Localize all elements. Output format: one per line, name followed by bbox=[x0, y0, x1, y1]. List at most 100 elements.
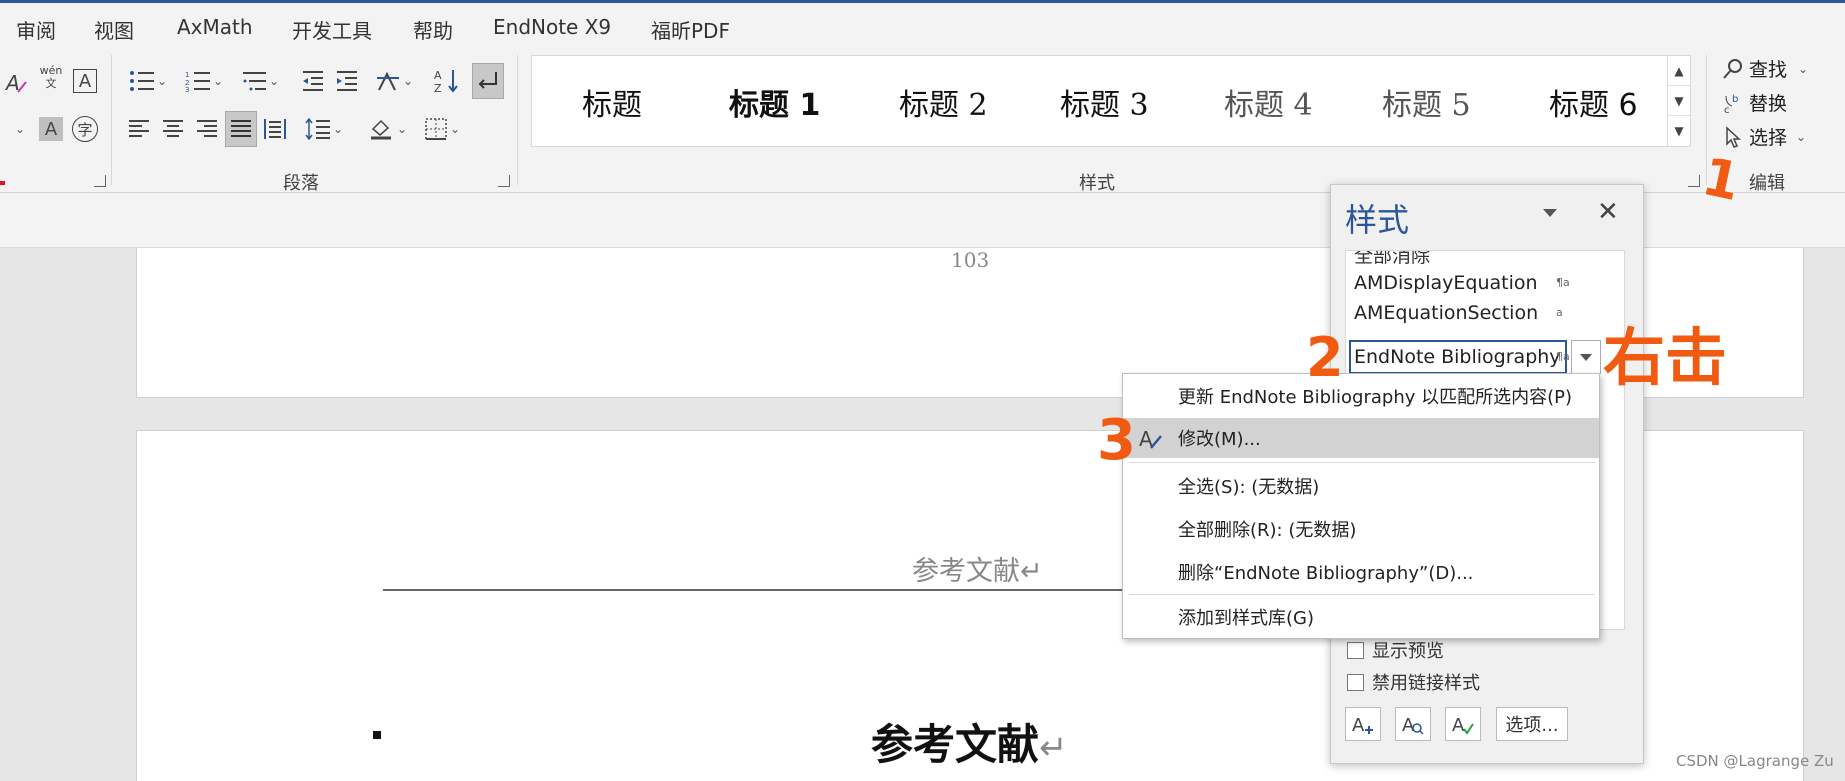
text-direction-icon[interactable]: ⌄ bbox=[372, 63, 416, 99]
font-color-swatch bbox=[0, 181, 5, 185]
menu-item-update-to-match[interactable]: 更新 EndNote Bibliography 以匹配所选内容(P) bbox=[1123, 376, 1599, 416]
enclose-char-icon[interactable]: 字 bbox=[70, 111, 100, 147]
gallery-style-heading-6[interactable]: 标题 6 bbox=[1549, 80, 1638, 124]
style-item-dropdown-icon[interactable] bbox=[1571, 340, 1601, 374]
paragraph-dialog-launcher-icon[interactable] bbox=[498, 175, 510, 187]
page-number: 103 bbox=[951, 248, 990, 272]
multilevel-list-icon[interactable]: ⌄ bbox=[236, 63, 284, 99]
style-item-endnote-bibliography[interactable]: EndNote Bibliography bbox=[1354, 346, 1561, 368]
clear-format-icon[interactable]: A bbox=[2, 65, 32, 101]
align-right-icon[interactable] bbox=[192, 111, 222, 147]
gallery-style-heading-5[interactable]: 标题 5 bbox=[1382, 80, 1471, 124]
decrease-indent-icon[interactable] bbox=[298, 63, 328, 99]
shaded-glyph: A bbox=[39, 117, 63, 141]
search-icon bbox=[1723, 58, 1742, 79]
gallery-style-heading-3[interactable]: 标题 3 bbox=[1060, 80, 1149, 124]
modify-label: 修改(M)... bbox=[1178, 429, 1261, 450]
char-border-icon[interactable]: A bbox=[70, 63, 100, 99]
justify-icon[interactable] bbox=[225, 111, 257, 147]
phonetic-bottom: 文 bbox=[45, 77, 57, 90]
sort-icon[interactable]: AZ bbox=[432, 63, 462, 99]
align-left-icon[interactable] bbox=[124, 111, 154, 147]
modify-style-icon: A bbox=[1139, 426, 1165, 458]
phonetic-guide-icon[interactable]: wén 文 bbox=[36, 59, 66, 95]
annotation-right-click: 右击 bbox=[1603, 321, 1728, 394]
gallery-scroller: ▲ ▼ ▼ bbox=[1667, 55, 1691, 147]
svg-text:1: 1 bbox=[185, 71, 189, 79]
increase-indent-icon[interactable] bbox=[332, 63, 362, 99]
tab-foxit-pdf[interactable]: 福昕PDF bbox=[651, 15, 730, 44]
font-dialog-launcher-icon[interactable] bbox=[94, 175, 106, 187]
menu-item-select-all[interactable]: 全选(S): (无数据) bbox=[1123, 466, 1599, 506]
watermark: CSDN @Lagrange Zu bbox=[1676, 752, 1834, 770]
gallery-style-heading-4[interactable]: 标题 4 bbox=[1224, 80, 1313, 124]
checkbox-box[interactable] bbox=[1347, 673, 1364, 691]
distributed-icon[interactable] bbox=[260, 111, 290, 147]
gallery-more-icon[interactable]: ▼ bbox=[1668, 116, 1690, 146]
pane-options-dropdown-icon[interactable] bbox=[1543, 209, 1557, 217]
svg-text:c: c bbox=[1724, 105, 1730, 114]
show-preview-label: 显示预览 bbox=[1372, 641, 1444, 662]
show-preview-checkbox[interactable]: 显示预览 bbox=[1347, 637, 1444, 663]
heading-text-content: 参考文献 bbox=[871, 720, 1040, 769]
tab-view[interactable]: 视图 bbox=[94, 15, 134, 44]
select-button[interactable]: 选择 ⌄ bbox=[1722, 123, 1806, 150]
close-icon[interactable]: ✕ bbox=[1597, 197, 1619, 227]
word-window: 审阅 视图 AxMath 开发工具 帮助 EndNote X9 福昕PDF A … bbox=[0, 0, 1845, 781]
find-button[interactable]: 查找 ⌄ bbox=[1722, 55, 1808, 82]
bullets-icon[interactable]: ⌄ bbox=[124, 63, 172, 99]
borders-icon[interactable]: ⌄ bbox=[418, 111, 466, 147]
phonetic-top: wén bbox=[39, 64, 63, 77]
shading-icon[interactable]: ⌄ bbox=[364, 111, 412, 147]
char-style-mark: a bbox=[1556, 306, 1563, 319]
gallery-down-icon[interactable]: ▼ bbox=[1668, 86, 1690, 116]
gallery-up-icon[interactable]: ▲ bbox=[1668, 56, 1690, 86]
svg-text:Z: Z bbox=[434, 82, 442, 94]
styles-pane-launcher-icon[interactable] bbox=[1688, 175, 1700, 187]
tab-review[interactable]: 审阅 bbox=[16, 15, 56, 44]
tab-axmath[interactable]: AxMath bbox=[177, 15, 253, 39]
paragraph-return-icon: ↵ bbox=[1039, 728, 1068, 768]
style-inspector-icon[interactable]: A bbox=[1395, 707, 1431, 741]
gallery-style-heading-2[interactable]: 标题 2 bbox=[899, 80, 988, 124]
svg-text:b: b bbox=[1732, 94, 1738, 105]
char-shading-icon[interactable]: A bbox=[36, 111, 66, 147]
checkbox-box[interactable] bbox=[1347, 641, 1364, 659]
font-color-dropdown[interactable]: ⌄ bbox=[8, 111, 30, 147]
options-button[interactable]: 选项... bbox=[1496, 707, 1568, 741]
replace-button[interactable]: bc 替换 bbox=[1722, 89, 1787, 116]
menu-item-delete-style[interactable]: 删除“EndNote Bibliography”(D)... bbox=[1123, 552, 1599, 592]
menu-item-delete-all[interactable]: 全部删除(R): (无数据) bbox=[1123, 509, 1599, 549]
menu-item-add-to-gallery[interactable]: 添加到样式库(G) bbox=[1123, 597, 1599, 637]
manage-styles-icon[interactable]: A bbox=[1445, 707, 1481, 741]
style-gallery: 标题 标题 1 标题 2 标题 3 标题 4 标题 5 标题 6 bbox=[531, 55, 1686, 147]
page-header-text: 参考文献↵ bbox=[912, 556, 1043, 587]
annotation-step-2: 2 bbox=[1306, 326, 1344, 389]
menu-separator bbox=[1129, 594, 1595, 595]
gallery-style-heading[interactable]: 标题 bbox=[582, 80, 642, 124]
styles-pane-title: 样式 bbox=[1345, 201, 1410, 239]
group-separator bbox=[111, 55, 112, 185]
paragraph-mark-bullet bbox=[373, 731, 381, 739]
char-border-glyph: A bbox=[73, 69, 97, 93]
tab-help[interactable]: 帮助 bbox=[413, 15, 453, 44]
disable-linked-styles-checkbox[interactable]: 禁用链接样式 bbox=[1347, 669, 1480, 695]
style-item-amdisplayequation[interactable]: AMDisplayEquation bbox=[1354, 272, 1538, 294]
gallery-style-heading-1[interactable]: 标题 1 bbox=[729, 80, 820, 124]
numbering-icon[interactable]: 1 2 3 ⌄ bbox=[180, 63, 228, 99]
show-formatting-marks-icon[interactable] bbox=[472, 63, 504, 99]
replace-icon: bc bbox=[1724, 94, 1738, 114]
new-style-icon[interactable]: A bbox=[1345, 707, 1381, 741]
style-context-menu: 更新 EndNote Bibliography 以匹配所选内容(P) A 修改(… bbox=[1122, 373, 1600, 639]
align-center-icon[interactable] bbox=[158, 111, 188, 147]
line-spacing-icon[interactable]: ⌄ bbox=[300, 111, 348, 147]
references-heading[interactable]: 参考文献↵ bbox=[871, 711, 1068, 772]
menu-item-modify[interactable]: A 修改(M)... bbox=[1123, 418, 1599, 458]
style-item-amequationsection[interactable]: AMEquationSection bbox=[1354, 302, 1538, 324]
tab-endnote[interactable]: EndNote X9 bbox=[493, 15, 611, 39]
linked-style-mark: ¶a bbox=[1556, 350, 1570, 363]
style-item-clear-all[interactable]: 全部消除 bbox=[1354, 251, 1430, 268]
svg-text:A: A bbox=[434, 69, 442, 82]
paragraph-group-label: 段落 bbox=[283, 173, 319, 194]
tab-developer[interactable]: 开发工具 bbox=[292, 15, 372, 44]
